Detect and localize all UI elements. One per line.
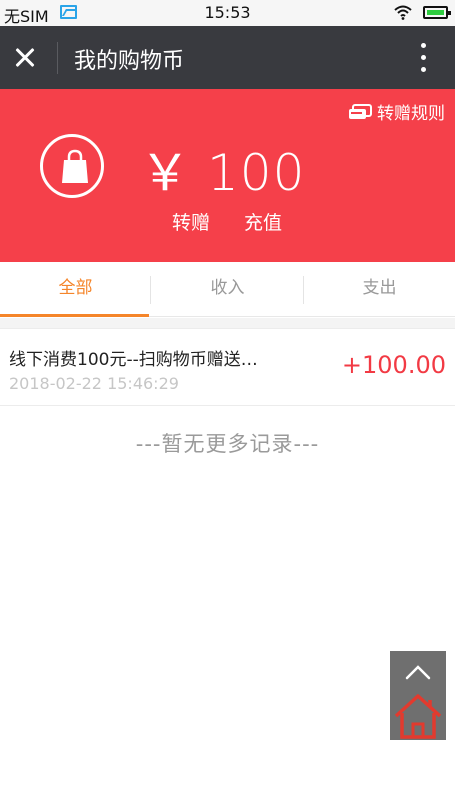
shopping-bag-icon <box>62 149 88 183</box>
shopping-bag-badge <box>40 134 104 198</box>
transfer-button[interactable]: 转赠 <box>172 208 210 235</box>
card-icon <box>349 103 372 119</box>
record-amount: +100.00 <box>341 351 446 379</box>
tab-expense[interactable]: 支出 <box>304 262 455 317</box>
status-bar: 无SIM 15:53 <box>0 0 455 26</box>
transfer-rules-link[interactable]: 转赠规则 <box>348 99 445 124</box>
battery-icon <box>423 6 451 19</box>
header-divider <box>57 42 58 74</box>
list-item[interactable]: 线下消费100元--扫购物币赠送… 2018-02-22 15:46:29 +1… <box>0 328 455 406</box>
app-header: 我的购物币 <box>0 26 455 89</box>
tab-all[interactable]: 全部 <box>0 262 151 317</box>
record-time: 2018-02-22 15:46:29 <box>9 374 179 393</box>
recharge-button[interactable]: 充值 <box>244 208 282 235</box>
home-icon <box>394 694 442 739</box>
tab-expense-label: 支出 <box>362 278 397 298</box>
section-gap <box>0 318 455 328</box>
more-menu-button[interactable] <box>410 40 436 76</box>
transfer-rules-label: 转赠规则 <box>377 104 445 124</box>
tab-separator <box>150 276 151 304</box>
tab-all-label: 全部 <box>58 278 93 298</box>
wifi-icon <box>394 5 412 20</box>
scroll-top-button[interactable] <box>390 651 446 693</box>
floating-actions <box>390 651 446 740</box>
tab-income[interactable]: 收入 <box>152 262 303 317</box>
record-description: 线下消费100元--扫购物币赠送… <box>9 350 258 370</box>
tab-income-label: 收入 <box>210 278 245 298</box>
home-button[interactable] <box>390 693 446 740</box>
active-tab-indicator <box>0 314 149 317</box>
chevron-up-icon <box>405 665 431 680</box>
balance-amount: ￥ 100 <box>140 133 305 205</box>
status-clock: 15:53 <box>204 3 251 22</box>
page-title: 我的购物币 <box>74 49 185 74</box>
balance-value: 100 <box>207 144 306 202</box>
currency-symbol: ￥ <box>140 144 191 202</box>
close-button[interactable] <box>10 42 42 74</box>
balance-banner: 转赠规则 ￥ 100 转赠 充值 <box>0 89 455 262</box>
no-more-records-hint: ---暂无更多记录--- <box>135 432 320 456</box>
record-tabs: 全部 收入 支出 <box>0 262 455 317</box>
